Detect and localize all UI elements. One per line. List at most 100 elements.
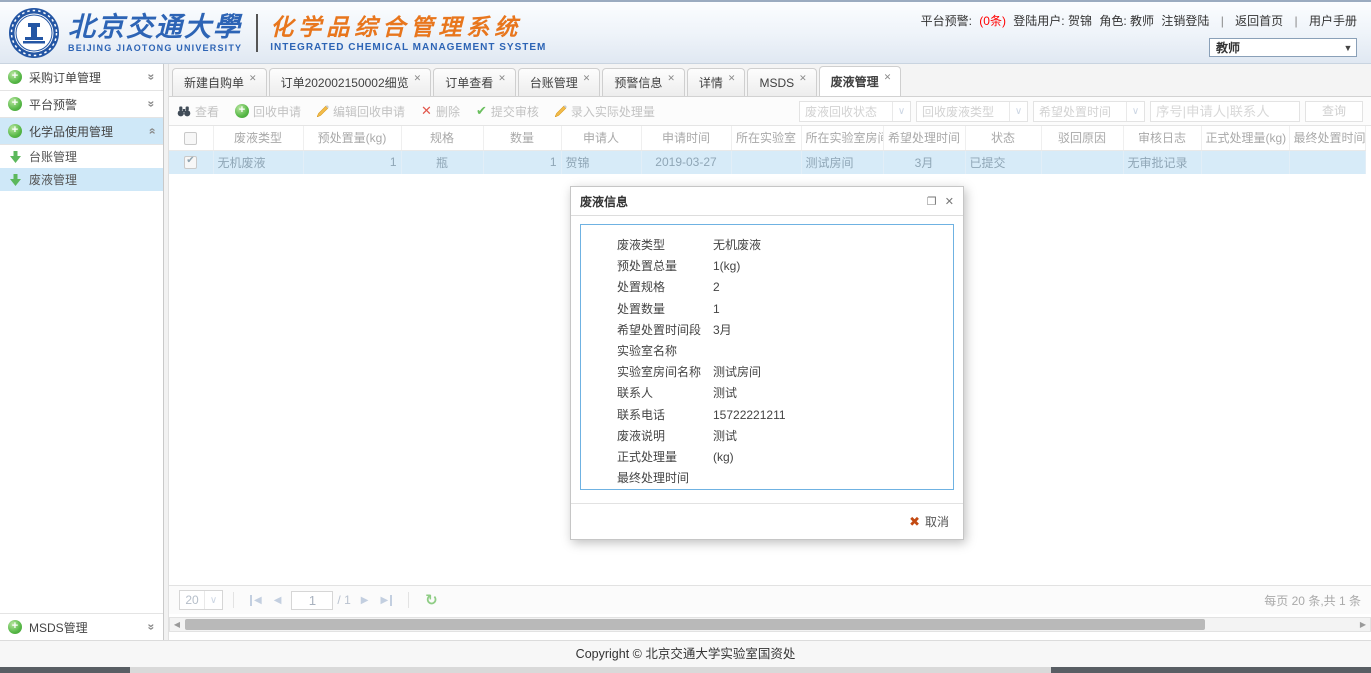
column-header[interactable]: 最终处置时间 bbox=[1289, 126, 1365, 150]
tab-waste-liquid[interactable]: 废液管理 bbox=[819, 66, 902, 96]
close-icon[interactable] bbox=[945, 195, 954, 208]
close-icon[interactable] bbox=[799, 73, 807, 84]
page-number-input[interactable] bbox=[291, 591, 333, 610]
record-actual-amount-button[interactable]: 录入实际处理量 bbox=[555, 103, 655, 120]
chevron-down-icon bbox=[1009, 102, 1027, 121]
cell-apply-time: 2019-03-27 bbox=[641, 150, 731, 174]
cancel-button[interactable]: 取消 bbox=[909, 513, 949, 530]
sidebar-item-waste-liquid[interactable]: 废液管理 bbox=[0, 168, 163, 191]
first-page-button[interactable] bbox=[250, 595, 262, 606]
view-button[interactable]: 查看 bbox=[177, 103, 219, 120]
close-icon[interactable] bbox=[667, 73, 675, 84]
tab-alert-info[interactable]: 预警信息 bbox=[602, 68, 685, 96]
button-label: 查看 bbox=[195, 103, 219, 120]
waste-recycle-status-select[interactable]: 废液回收状态 bbox=[799, 101, 911, 122]
plus-circle-icon bbox=[8, 620, 22, 634]
cell-final-time bbox=[1289, 150, 1365, 174]
refresh-icon[interactable] bbox=[425, 591, 438, 609]
column-header[interactable]: 希望处理时间 bbox=[883, 126, 965, 150]
tab-new-purchase[interactable]: 新建自购单 bbox=[172, 68, 267, 96]
column-header[interactable]: 所在实验室房间 bbox=[801, 126, 883, 150]
column-header[interactable]: 驳回原因 bbox=[1041, 126, 1123, 150]
brand-divider bbox=[256, 14, 258, 52]
column-header[interactable]: 申请时间 bbox=[641, 126, 731, 150]
maximize-icon[interactable] bbox=[927, 195, 937, 208]
tab-ledger[interactable]: 台账管理 bbox=[518, 68, 601, 96]
scroll-right-icon[interactable] bbox=[1356, 618, 1370, 631]
manual-link[interactable]: 用户手册 bbox=[1309, 14, 1357, 28]
column-header[interactable]: 状态 bbox=[965, 126, 1041, 150]
column-header[interactable]: 正式处理量(kg) bbox=[1201, 126, 1289, 150]
platform-alert-count[interactable]: (0条) bbox=[979, 14, 1006, 28]
close-icon[interactable] bbox=[728, 73, 736, 84]
column-header[interactable]: 预处置量(kg) bbox=[303, 126, 401, 150]
sidebar-group-chemical-usage[interactable]: 化学品使用管理 bbox=[0, 118, 163, 145]
page-size-select[interactable]: 20 bbox=[179, 590, 223, 610]
row-checkbox-cell bbox=[169, 150, 213, 174]
page-horizontal-scrollbar[interactable] bbox=[0, 667, 1371, 673]
cancel-x-icon bbox=[909, 514, 920, 530]
sidebar-group-label: 采购订单管理 bbox=[29, 69, 101, 86]
tab-msds[interactable]: MSDS bbox=[747, 68, 816, 96]
link-separator bbox=[1217, 14, 1228, 28]
chevron-down-icon bbox=[1340, 43, 1356, 53]
column-header[interactable]: 数量 bbox=[483, 126, 561, 150]
column-header[interactable]: 废液类型 bbox=[213, 126, 303, 150]
grid-horizontal-scrollbar[interactable] bbox=[169, 617, 1371, 632]
column-header[interactable]: 规格 bbox=[401, 126, 483, 150]
last-page-button[interactable] bbox=[380, 595, 392, 606]
field-value: 无机废液 bbox=[713, 238, 761, 252]
edit-recycle-apply-button[interactable]: 编辑回收申请 bbox=[317, 103, 405, 120]
column-header[interactable]: 审核日志 bbox=[1123, 126, 1201, 150]
prev-page-button[interactable] bbox=[274, 595, 282, 606]
page-scrollbar-thumb[interactable] bbox=[0, 667, 130, 673]
page-scrollbar-end bbox=[1051, 667, 1371, 673]
column-header[interactable]: 申请人 bbox=[561, 126, 641, 150]
submit-review-button[interactable]: 提交审核 bbox=[476, 103, 539, 120]
logout-link[interactable]: 注销登陆 bbox=[1161, 14, 1209, 28]
field-value: 3月 bbox=[713, 323, 732, 337]
chevron-double-down-icon bbox=[145, 101, 159, 108]
tab-order-detail[interactable]: 订单202002150002细览 bbox=[269, 68, 432, 96]
sidebar-group-label: 平台预警 bbox=[29, 96, 77, 113]
recycle-apply-button[interactable]: 回收申请 bbox=[235, 103, 301, 120]
select-placeholder: 希望处置时间 bbox=[1034, 103, 1126, 120]
dialog-body: 废液类型无机废液 预处置总量1(kg) 处置规格2 处置数量1 希望处置时间段3… bbox=[571, 216, 963, 490]
sidebar-group-platform-alert[interactable]: 平台预警 bbox=[0, 91, 163, 118]
tab-details[interactable]: 详情 bbox=[687, 68, 746, 96]
tab-order-view[interactable]: 订单查看 bbox=[433, 68, 516, 96]
plus-circle-icon bbox=[8, 124, 22, 138]
cancel-label: 取消 bbox=[925, 513, 949, 530]
search-input[interactable] bbox=[1150, 101, 1300, 122]
select-all-checkbox[interactable] bbox=[184, 132, 197, 145]
role-select[interactable]: 教师 bbox=[1209, 38, 1357, 57]
close-icon[interactable] bbox=[249, 73, 257, 84]
table-row[interactable]: 无机废液 1 瓶 1 贺锦 2019-03-27 测试房间 3月 已提交 无审批… bbox=[169, 150, 1365, 174]
search-button[interactable]: 查询 bbox=[1305, 101, 1363, 122]
close-icon[interactable] bbox=[583, 73, 591, 84]
brand: 北京交通大學 BEIJING JIAOTONG UNIVERSITY 化学品综合… bbox=[8, 7, 546, 59]
field-value: (kg) bbox=[713, 450, 734, 464]
scroll-left-icon[interactable] bbox=[170, 618, 184, 631]
expect-dispose-time-select[interactable]: 希望处置时间 bbox=[1033, 101, 1145, 122]
close-icon[interactable] bbox=[884, 72, 892, 83]
delete-button[interactable]: 删除 bbox=[421, 103, 460, 120]
pencil-icon bbox=[317, 105, 329, 117]
sidebar-group-purchase-orders[interactable]: 采购订单管理 bbox=[0, 64, 163, 91]
next-page-button[interactable] bbox=[361, 595, 369, 606]
field-label: 处置规格 bbox=[617, 277, 713, 298]
university-logo-icon bbox=[8, 7, 60, 59]
close-icon[interactable] bbox=[498, 73, 506, 84]
sidebar-group-msds[interactable]: MSDS管理 bbox=[0, 613, 163, 640]
home-link[interactable]: 返回首页 bbox=[1235, 14, 1283, 28]
binoculars-icon bbox=[177, 106, 191, 117]
field-label: 废液类型 bbox=[617, 235, 713, 256]
row-checkbox[interactable] bbox=[184, 156, 197, 169]
role-label: 角色: 教师 bbox=[1099, 14, 1154, 28]
field-value: 测试房间 bbox=[713, 365, 761, 379]
recycle-waste-type-select[interactable]: 回收废液类型 bbox=[916, 101, 1028, 122]
close-icon[interactable] bbox=[414, 73, 422, 84]
column-header[interactable]: 所在实验室 bbox=[731, 126, 801, 150]
sidebar-item-ledger[interactable]: 台账管理 bbox=[0, 145, 163, 168]
scrollbar-thumb[interactable] bbox=[185, 619, 1205, 630]
